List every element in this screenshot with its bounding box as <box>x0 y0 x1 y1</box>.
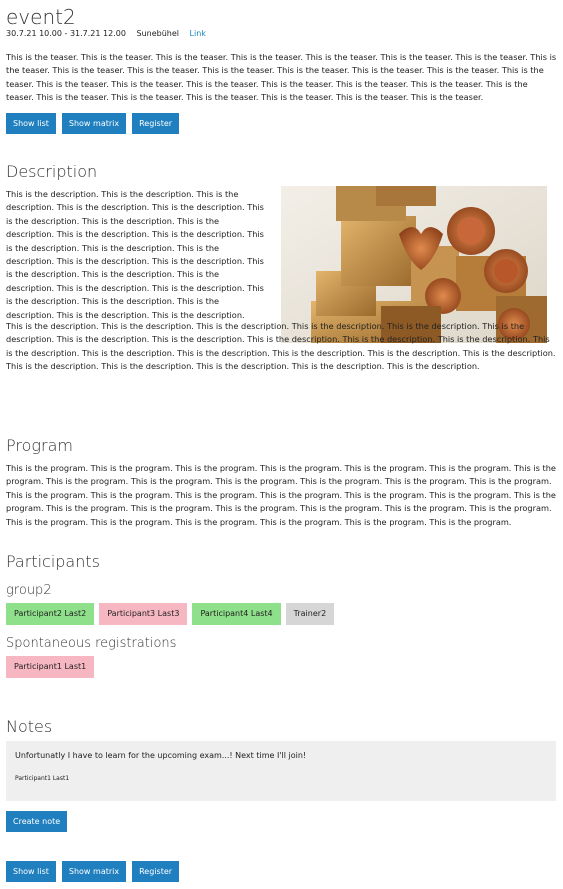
participant-chip[interactable]: Participant1 Last1 <box>6 656 95 678</box>
note-text: Unfortunatly I have to learn for the upc… <box>15 751 307 760</box>
register-button[interactable]: Register <box>132 113 180 134</box>
bottom-actions: Show list Show matrix Register <box>6 861 180 882</box>
program-heading: Program <box>6 436 73 455</box>
show-list-button[interactable]: Show list <box>6 113 56 134</box>
register-button-bottom[interactable]: Register <box>132 861 180 882</box>
description-text-2: This is the description. This is the des… <box>6 321 556 372</box>
event-location: Sunebühel <box>136 29 179 38</box>
participant-chip[interactable]: Participant3 Last3 <box>99 603 188 625</box>
trainer-chip[interactable]: Trainer2 <box>285 603 335 625</box>
description-heading: Description <box>6 162 98 181</box>
participant-chip[interactable]: Participant2 Last2 <box>6 603 95 625</box>
spontaneous-participants: Participant1 Last1 <box>6 656 95 678</box>
event-link[interactable]: Link <box>190 29 206 38</box>
spontaneous-heading: Spontaneous registrations <box>6 636 177 651</box>
note-author: Participant1 Last1 <box>15 775 70 782</box>
program-text: This is the program. This is the program… <box>6 463 556 527</box>
show-list-button-bottom[interactable]: Show list <box>6 861 56 882</box>
event-teaser: This is the teaser. This is the teaser. … <box>6 52 557 102</box>
event-title: event2 <box>6 5 76 29</box>
show-matrix-button[interactable]: Show matrix <box>61 113 127 134</box>
event-date: 30.7.21 10.00 - 31.7.21 12.00 <box>6 29 126 38</box>
note-actions: Create note <box>6 811 68 832</box>
participants-heading: Participants <box>6 552 100 571</box>
notes-heading: Notes <box>6 717 53 736</box>
top-actions: Show list Show matrix Register <box>6 113 180 134</box>
show-matrix-button-bottom[interactable]: Show matrix <box>61 861 127 882</box>
group-participants: Participant2 Last2 Participant3 Last3 Pa… <box>6 603 335 625</box>
create-note-button[interactable]: Create note <box>6 811 68 832</box>
description-text-1: This is the description. This is the des… <box>6 189 264 320</box>
group-heading: group2 <box>6 583 52 598</box>
event-meta: 30.7.21 10.00 - 31.7.21 12.00 Sunebühel … <box>6 29 206 38</box>
note-card: Unfortunatly I have to learn for the upc… <box>6 741 556 801</box>
participant-chip[interactable]: Participant4 Last4 <box>192 603 281 625</box>
